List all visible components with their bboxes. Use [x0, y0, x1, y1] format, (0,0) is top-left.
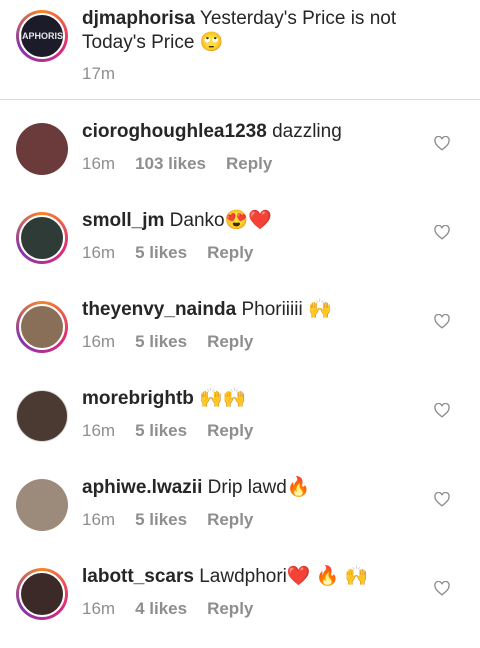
comment-time: 16m [82, 510, 116, 529]
comment-username[interactable]: morebrightb [82, 388, 194, 409]
comment-body: Phoriiiii 🙌 [241, 299, 332, 320]
comment-time: 16m [82, 332, 116, 351]
avatar[interactable] [16, 212, 68, 264]
comment-text: cioroghoughlea1238 dazzling [82, 120, 454, 144]
avatar-image [19, 571, 65, 617]
heart-icon[interactable] [434, 314, 450, 329]
comment-body: 🙌🙌 [199, 388, 247, 409]
comment-text: morebrightb 🙌🙌 [82, 387, 454, 411]
comment-meta: 16m 103 likes Reply [82, 154, 272, 174]
comment-body: dazzling [272, 121, 342, 142]
avatar-image [16, 390, 68, 442]
avatar-image [19, 215, 65, 261]
comment-time: 16m [82, 243, 116, 262]
post-caption: MAPHORISA djmaphorisa Yesterday's Price … [0, 0, 480, 100]
comment-body: Lawdphori❤️ 🔥 🙌 [199, 566, 369, 587]
reply-button[interactable]: Reply [207, 510, 253, 530]
avatar[interactable]: MAPHORISA [16, 10, 68, 62]
heart-icon[interactable] [434, 136, 450, 151]
reply-button[interactable]: Reply [207, 421, 253, 441]
reply-button[interactable]: Reply [207, 332, 253, 352]
comment-body: Danko😍❤️ [169, 210, 272, 231]
comment-meta: 16m 5 likes Reply [82, 421, 253, 441]
reply-button[interactable]: Reply [207, 599, 253, 619]
caption-username[interactable]: djmaphorisa [82, 8, 195, 29]
comment-likes[interactable]: 4 likes [135, 599, 187, 619]
comment-likes[interactable]: 5 likes [135, 510, 187, 530]
comment-likes[interactable]: 103 likes [135, 154, 206, 174]
comment-username[interactable]: theyenvy_nainda [82, 299, 236, 320]
comment-text: theyenvy_nainda Phoriiiii 🙌 [82, 298, 454, 322]
comment-username[interactable]: cioroghoughlea1238 [82, 121, 267, 142]
comment-time: 16m [82, 154, 116, 173]
comment-likes[interactable]: 5 likes [135, 332, 187, 352]
comment-item: smoll_jm Danko😍❤️ 16m 5 likes Reply [0, 189, 480, 278]
comment-text: smoll_jm Danko😍❤️ [82, 209, 454, 233]
caption-text: djmaphorisa Yesterday's Price is not Tod… [82, 7, 454, 55]
comment-time: 16m [82, 599, 116, 618]
heart-icon[interactable] [434, 225, 450, 240]
avatar[interactable] [16, 301, 68, 353]
comment-meta: 16m 5 likes Reply [82, 243, 253, 263]
avatar[interactable] [16, 123, 68, 175]
avatar-image [16, 479, 68, 531]
caption-meta: 17m [82, 64, 115, 84]
comment-item: morebrightb 🙌🙌 16m 5 likes Reply [0, 367, 480, 456]
comment-meta: 16m 4 likes Reply [82, 599, 253, 619]
comment-text: aphiwe.lwazii Drip lawd🔥 [82, 476, 454, 500]
avatar[interactable] [16, 479, 68, 531]
comment-time: 16m [82, 421, 116, 440]
comment-username[interactable]: smoll_jm [82, 210, 164, 231]
heart-icon[interactable] [434, 403, 450, 418]
comment-item: cioroghoughlea1238 dazzling 16m 103 like… [0, 100, 480, 189]
avatar-image: MAPHORISA [19, 13, 65, 59]
caption-time: 17m [82, 64, 116, 83]
comment-text: labott_scars Lawdphori❤️ 🔥 🙌 [82, 565, 454, 589]
comment-username[interactable]: aphiwe.lwazii [82, 477, 202, 498]
comment-item: theyenvy_nainda Phoriiiii 🙌 16m 5 likes … [0, 278, 480, 367]
avatar-image [19, 304, 65, 350]
reply-button[interactable]: Reply [207, 243, 253, 263]
comment-likes[interactable]: 5 likes [135, 243, 187, 263]
comment-username[interactable]: labott_scars [82, 566, 194, 587]
heart-icon[interactable] [434, 581, 450, 596]
heart-icon[interactable] [434, 492, 450, 507]
comment-likes[interactable]: 5 likes [135, 421, 187, 441]
comment-item: aphiwe.lwazii Drip lawd🔥 16m 5 likes Rep… [0, 456, 480, 545]
reply-button[interactable]: Reply [226, 154, 272, 174]
avatar[interactable] [16, 568, 68, 620]
avatar[interactable] [16, 390, 68, 442]
comment-meta: 16m 5 likes Reply [82, 510, 253, 530]
comment-body: Drip lawd🔥 [207, 477, 311, 498]
comment-meta: 16m 5 likes Reply [82, 332, 253, 352]
comment-item: labott_scars Lawdphori❤️ 🔥 🙌 16m 4 likes… [0, 545, 480, 634]
avatar-image [16, 123, 68, 175]
